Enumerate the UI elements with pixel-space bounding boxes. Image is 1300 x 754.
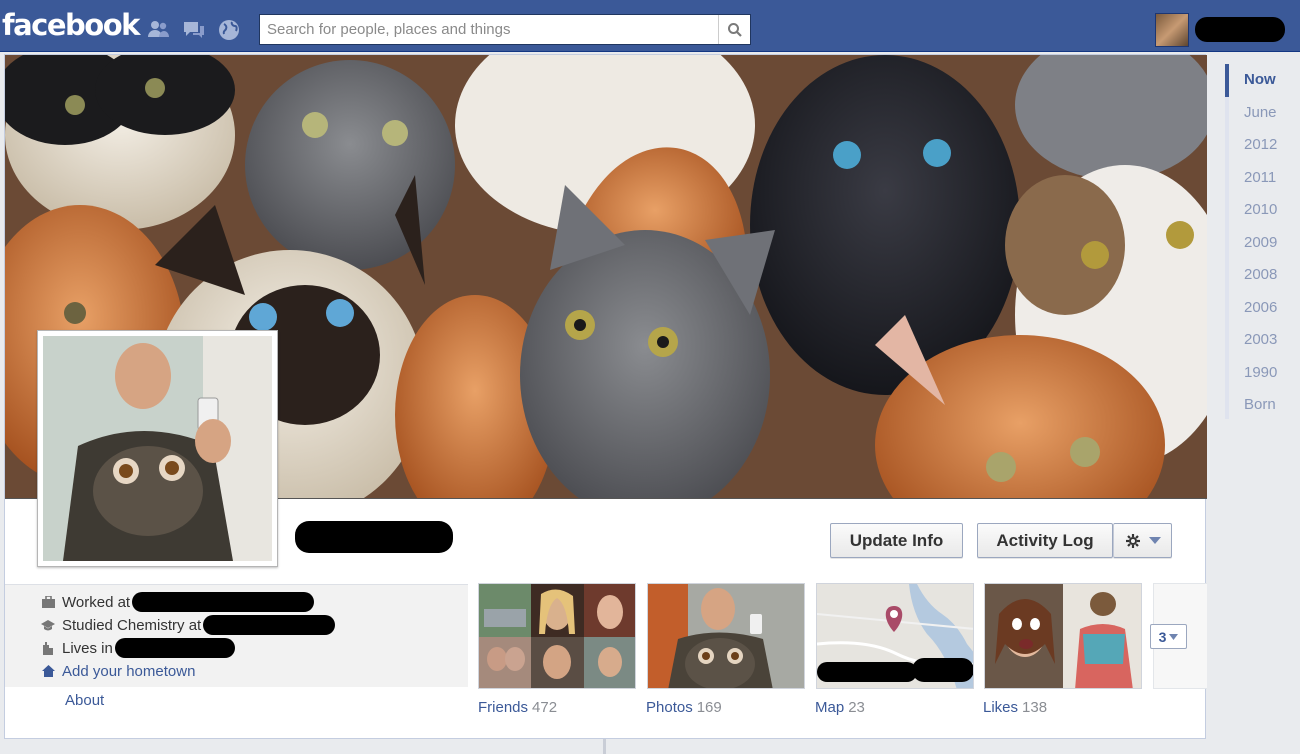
photos-count: 169 [696,699,722,716]
map-label: Map [815,699,845,716]
search-button[interactable] [718,15,750,44]
timeline-item-2006[interactable]: 2006 [1225,291,1285,324]
photos-label: Photos [646,699,693,716]
map-link[interactable]: Map 23 [815,699,865,716]
graduation-cap-icon [41,618,55,632]
timeline-item-2012[interactable]: 2012 [1225,129,1285,162]
add-hometown-link[interactable]: Add your hometown [41,661,195,681]
timeline-item-2008[interactable]: 2008 [1225,259,1285,292]
gear-icon [1125,533,1140,548]
timeline-item-born[interactable]: Born [1225,389,1285,419]
timeline-item-now[interactable]: Now [1225,64,1285,97]
work-label: Worked at [62,593,131,611]
likes-label: Likes [983,699,1019,716]
work-info: Worked at [41,592,315,612]
photos-thumbnail[interactable] [647,583,805,689]
likes-link[interactable]: Likes 138 [983,699,1047,716]
more-sections-count: 3 [1158,628,1167,645]
likes-thumbnail[interactable] [984,583,1142,689]
map-thumbnail[interactable] [816,583,974,689]
more-sections-button[interactable]: 3 [1150,624,1187,649]
friends-link[interactable]: Friends 472 [478,699,557,716]
friends-thumbnail[interactable] [478,583,636,689]
redacted-school [203,615,336,635]
timeline-item-2010[interactable]: 2010 [1225,194,1285,227]
search-icon [727,22,742,37]
timeline-item-2009[interactable]: 2009 [1225,226,1285,259]
friend-requests-icon[interactable] [146,17,172,43]
redacted-employer [132,592,315,612]
friends-count: 472 [532,699,558,716]
user-avatar-thumbnail[interactable] [1155,13,1189,47]
timeline-scrubber: Now June 2012 2011 2010 2009 2008 2006 2… [1225,64,1285,419]
education-info: Studied Chemistry at [41,615,336,635]
timeline-item-2003[interactable]: 2003 [1225,324,1285,357]
friends-label: Friends [478,699,529,716]
redacted-city [114,638,235,658]
likes-count: 138 [1022,699,1048,716]
add-hometown-label: Add your hometown [62,662,196,680]
timeline-spine [603,739,606,754]
notifications-globe-icon[interactable] [216,17,242,43]
map-count: 23 [848,699,865,716]
activity-log-button[interactable]: Activity Log [977,523,1113,558]
location-label: Lives in [62,639,113,657]
education-label: Studied Chemistry at [62,616,202,634]
home-icon [41,664,55,678]
about-link[interactable]: About [65,692,104,709]
chevron-down-icon [1169,633,1179,640]
search-input[interactable] [260,15,718,44]
messages-icon[interactable] [181,17,207,43]
update-info-button[interactable]: Update Info [830,523,963,558]
settings-dropdown-button[interactable] [1113,523,1172,558]
briefcase-icon [41,595,55,609]
redacted-user-name[interactable] [1195,17,1285,42]
location-info: Lives in [41,638,235,658]
timeline-header-card: Update Info Activity Log Worked at Studi… [4,54,1207,739]
city-building-icon [41,641,55,655]
photos-link[interactable]: Photos 169 [646,699,722,716]
search-box [259,14,751,45]
timeline-item-1990[interactable]: 1990 [1225,356,1285,389]
top-navigation-bar: facebook [0,0,1300,52]
timeline-item-2011[interactable]: 2011 [1225,161,1285,194]
timeline-item-june[interactable]: June [1225,96,1285,129]
redacted-profile-name [295,521,453,553]
profile-picture[interactable] [37,330,278,567]
facebook-logo[interactable]: facebook [2,8,140,42]
chevron-down-icon [1148,536,1161,544]
